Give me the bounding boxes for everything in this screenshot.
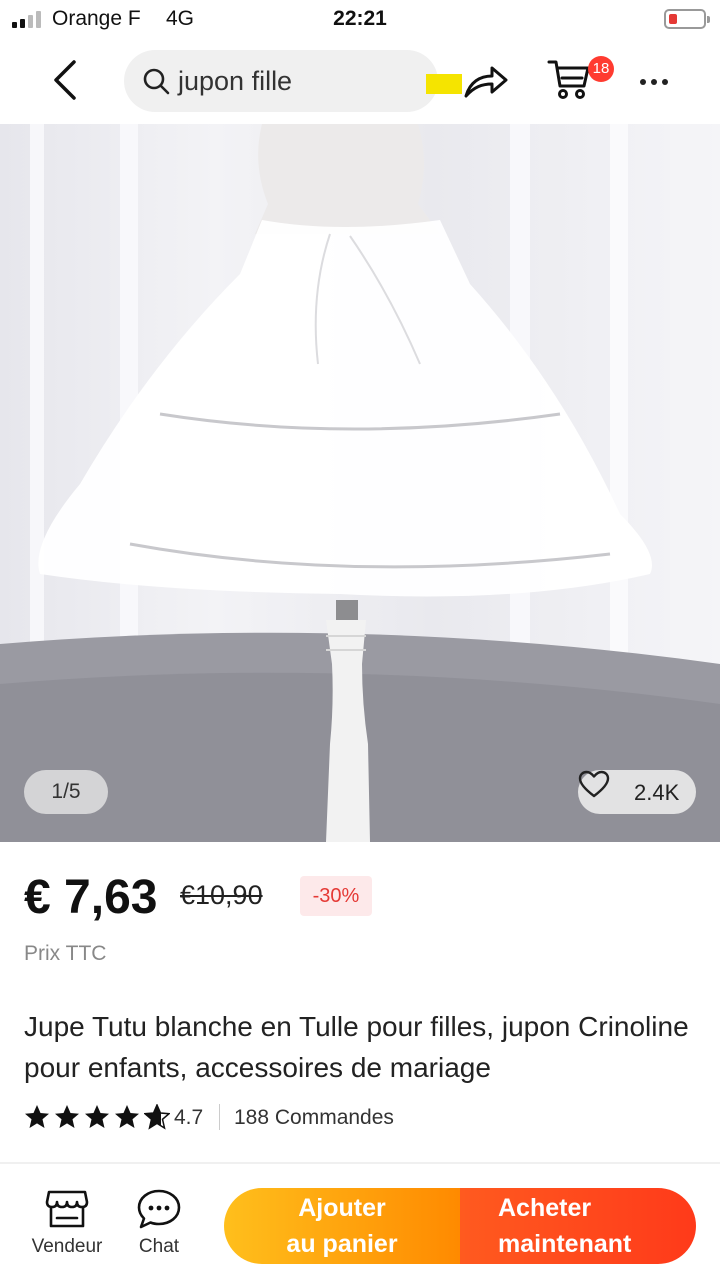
chevron-left-icon — [54, 60, 76, 100]
rating-row[interactable]: 4.7 188 Commandes — [24, 1102, 704, 1134]
rating-stars — [24, 1104, 170, 1130]
original-price: €10,90 — [180, 880, 263, 910]
buy-now-button[interactable]: Acheter maintenant — [460, 1188, 696, 1264]
star-full-icon — [85, 1105, 109, 1128]
share-button[interactable] — [462, 60, 510, 104]
discount-badge: -30% — [300, 876, 372, 916]
search-image-thumbnail — [426, 74, 462, 94]
wishlist-button[interactable]: 2.4K — [578, 770, 696, 814]
more-options-button[interactable] — [632, 64, 676, 100]
tax-note: Prix TTC — [24, 942, 107, 965]
add-to-cart-button[interactable]: Ajouter au panier — [224, 1188, 460, 1264]
cart-count-badge: 18 — [588, 56, 614, 82]
vendor-button[interactable]: Vendeur — [22, 1188, 112, 1268]
chat-icon — [137, 1189, 181, 1229]
product-image-gallery[interactable]: 1/5 2.4K — [0, 124, 720, 842]
current-price: € 7,63 — [24, 871, 158, 924]
top-nav: jupon fille — [0, 44, 720, 120]
cta-group: Ajouter au panier Acheter maintenant — [224, 1188, 696, 1264]
rating-value: 4.7 — [174, 1106, 204, 1129]
star-full-icon — [55, 1105, 79, 1128]
chat-button[interactable]: Chat — [114, 1188, 204, 1268]
vendor-label: Vendeur — [31, 1236, 103, 1257]
store-icon — [45, 1190, 89, 1228]
back-button[interactable] — [44, 56, 92, 104]
search-icon — [143, 68, 170, 95]
star-full-icon — [115, 1105, 139, 1128]
heart-icon — [578, 770, 610, 798]
battery-icon — [664, 9, 710, 29]
status-time: 22:21 — [333, 7, 387, 30]
product-photo — [0, 124, 720, 842]
star-full-icon — [25, 1105, 49, 1128]
status-bar: Orange F 4G 22:21 — [0, 0, 720, 40]
price-row: € 7,63 €10,90 -30% — [24, 866, 704, 930]
product-title[interactable]: Jupe Tutu blanche en Tulle pour filles, … — [24, 1006, 700, 1088]
star-half-icon — [144, 1104, 170, 1130]
divider — [0, 1162, 720, 1164]
chat-label: Chat — [138, 1236, 180, 1257]
image-counter: 1/5 — [24, 770, 108, 814]
cart-icon — [547, 60, 590, 99]
share-icon — [464, 66, 508, 98]
bottom-action-bar: Vendeur Chat Ajouter au panier Acheter m… — [0, 1166, 720, 1280]
orders-count: 188 Commandes — [234, 1106, 394, 1129]
divider — [219, 1104, 220, 1130]
wishlist-count: 2.4K — [634, 780, 680, 805]
search-query: jupon fille — [178, 66, 293, 96]
cart-button[interactable] — [546, 56, 594, 104]
search-input[interactable]: jupon fille — [124, 50, 462, 112]
